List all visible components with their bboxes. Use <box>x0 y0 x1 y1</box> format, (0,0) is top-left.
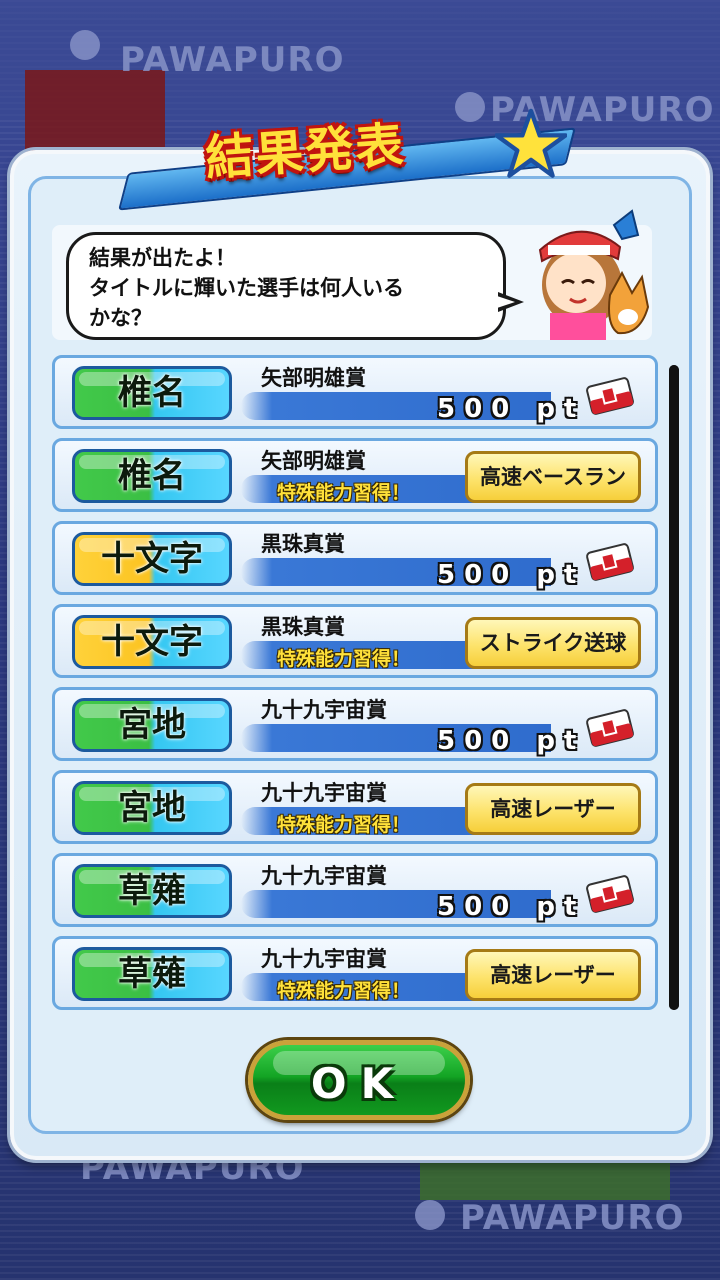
player-name: 十文字 <box>101 622 203 662</box>
award-name: 矢部明雄賞 <box>261 366 366 390</box>
skill-badge[interactable]: 高速ベースラン <box>465 451 641 503</box>
skill-badge[interactable]: 高速レーザー <box>465 949 641 1001</box>
background-logo-text: PAWAPURO <box>460 1198 685 1238</box>
player-name: 椎名 <box>118 373 186 413</box>
points-value: 500 pt <box>437 394 586 424</box>
player-name: 宮地 <box>118 705 186 745</box>
award-name: 矢部明雄賞 <box>261 449 366 473</box>
player-name: 椎名 <box>118 456 186 496</box>
skill-badge[interactable]: ストライク送球 <box>465 617 641 669</box>
skill-acquired-note: 特殊能力習得！ <box>277 814 411 836</box>
player-name: 十文字 <box>101 539 203 579</box>
result-row: 宮地 九十九宇宙賞特殊能力習得！ 高速レーザー <box>52 770 658 844</box>
ball-icon <box>70 30 100 60</box>
message-line: かな？ <box>89 306 152 330</box>
award-name: 九十九宇宙賞 <box>261 698 387 722</box>
character-avatar <box>538 209 650 340</box>
player-name-plate: 椎名 <box>72 449 232 503</box>
player-name: 宮地 <box>118 788 186 828</box>
award-name: 黒珠真賞 <box>261 532 345 556</box>
result-row: 宮地 九十九宇宙賞 500 pt <box>52 687 658 761</box>
award-name: 九十九宇宙賞 <box>261 864 387 888</box>
scrollbar-thumb[interactable] <box>669 365 679 1010</box>
player-name-plate: 十文字 <box>72 532 232 586</box>
player-name-plate: 草薙 <box>72 864 232 918</box>
points-value: 500 pt <box>437 892 586 922</box>
player-name-plate: 十文字 <box>72 615 232 669</box>
award-name: 九十九宇宙賞 <box>261 947 387 971</box>
player-name: 草薙 <box>118 954 186 994</box>
award-name: 黒珠真賞 <box>261 615 345 639</box>
star-icon <box>495 108 567 178</box>
points-value: 500 pt <box>437 560 586 590</box>
skill-acquired-note: 特殊能力習得！ <box>277 482 411 504</box>
result-row: 椎名 矢部明雄賞 500 pt <box>52 355 658 429</box>
ball-icon <box>455 92 485 122</box>
player-name-plate: 宮地 <box>72 781 232 835</box>
ok-button[interactable]: OK <box>248 1040 470 1120</box>
skill-badge[interactable]: 高速レーザー <box>465 783 641 835</box>
player-name-plate: 椎名 <box>72 366 232 420</box>
result-row: 十文字 黒珠真賞 500 pt <box>52 521 658 595</box>
ball-icon <box>415 1200 445 1230</box>
result-row: 椎名 矢部明雄賞特殊能力習得！ 高速ベースラン <box>52 438 658 512</box>
speech-bubble: 結果が出たよ！ タイトルに輝いた選手は何人いる かな？ <box>66 232 506 340</box>
player-name-plate: 草薙 <box>72 947 232 1001</box>
ok-button-label: OK <box>310 1059 408 1108</box>
award-name: 九十九宇宙賞 <box>261 781 387 805</box>
point-ticket-icon <box>586 875 634 913</box>
player-name-plate: 宮地 <box>72 698 232 752</box>
result-row: 十文字 黒珠真賞特殊能力習得！ ストライク送球 <box>52 604 658 678</box>
result-row: 草薙 九十九宇宙賞特殊能力習得！ 高速レーザー <box>52 936 658 1010</box>
message-line: 結果が出たよ！ <box>89 246 236 270</box>
skill-acquired-note: 特殊能力習得！ <box>277 980 411 1002</box>
background-logo-text: PAWAPURO <box>120 40 345 80</box>
player-name: 草薙 <box>118 871 186 911</box>
message-line: タイトルに輝いた選手は何人いる <box>89 276 404 300</box>
skill-acquired-note: 特殊能力習得！ <box>277 648 411 670</box>
points-value: 500 pt <box>437 726 586 756</box>
point-ticket-icon <box>586 709 634 747</box>
point-ticket-icon <box>586 377 634 415</box>
result-row: 草薙 九十九宇宙賞 500 pt <box>52 853 658 927</box>
scrollbar[interactable] <box>669 365 679 1010</box>
point-ticket-icon <box>586 543 634 581</box>
page-title: 結果発表 <box>203 117 408 187</box>
